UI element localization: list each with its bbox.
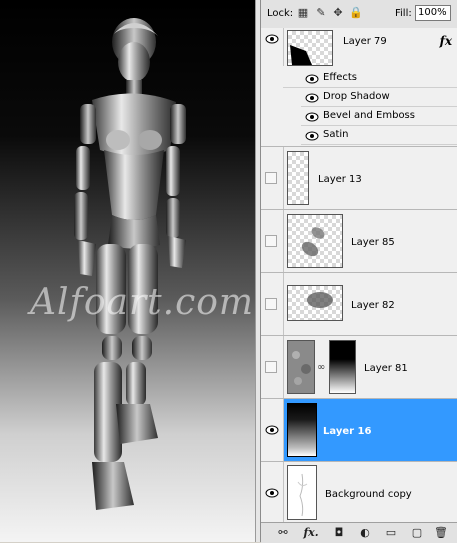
- fill-label: Fill:: [395, 8, 412, 19]
- lock-position-icon[interactable]: ✥: [332, 7, 344, 19]
- layer-name: Layer 79: [343, 36, 387, 47]
- layer-effects-icon[interactable]: fx: [440, 34, 452, 48]
- effect-label: Drop Shadow: [323, 91, 390, 102]
- layer-thumbnail: [287, 403, 317, 457]
- shape-preview-icon: [290, 45, 312, 65]
- eye-icon[interactable]: [305, 112, 319, 122]
- layer-row[interactable]: Layer 13: [261, 147, 457, 210]
- effect-row-bevel-emboss[interactable]: Bevel and Emboss: [301, 107, 457, 126]
- delete-layer-icon[interactable]: 🗑: [433, 526, 449, 540]
- add-mask-icon[interactable]: ◘: [331, 526, 347, 540]
- texture-preview-icon: [288, 341, 314, 393]
- visibility-column: [261, 399, 284, 461]
- lock-all-icon[interactable]: 🔒: [349, 7, 363, 19]
- effects-header-label: Effects: [323, 72, 357, 83]
- adjustment-layer-icon[interactable]: ◐: [357, 526, 373, 540]
- layer-thumbnail: [287, 30, 333, 66]
- layer-row-selected[interactable]: Layer 16: [261, 399, 457, 462]
- layers-options-bar: Lock: ▦ ✎ ✥ 🔒 Fill: 100%: [261, 0, 457, 29]
- visibility-column: [261, 210, 284, 272]
- lock-image-pixels-icon[interactable]: ✎: [315, 7, 327, 19]
- visibility-column: [261, 28, 284, 66]
- visibility-toggle[interactable]: [265, 235, 277, 247]
- sketch-preview-icon: [297, 473, 308, 517]
- blur-preview-icon: [307, 292, 333, 308]
- layer-row[interactable]: Background copy: [261, 462, 457, 522]
- layers-panel: Lock: ▦ ✎ ✥ 🔒 Fill: 100% Layer 79 fx Eff…: [260, 0, 457, 543]
- document-canvas[interactable]: Alfoart.com: [0, 0, 255, 542]
- new-layer-icon[interactable]: ▢: [409, 526, 425, 540]
- visibility-column: [261, 336, 284, 398]
- layer-name: Layer 85: [351, 237, 395, 248]
- layer-thumbnail: [287, 285, 343, 321]
- layer-mask-thumbnail[interactable]: [329, 340, 356, 394]
- eye-icon[interactable]: [265, 425, 279, 435]
- eye-icon[interactable]: [305, 74, 319, 84]
- layer-thumbnail: [287, 214, 343, 268]
- layer-row[interactable]: Layer 82: [261, 273, 457, 336]
- layer-name: Layer 82: [351, 300, 395, 311]
- effects-group-row[interactable]: Effects: [283, 69, 457, 88]
- blur-preview-icon: [301, 227, 325, 257]
- layer-name: Layer 81: [364, 363, 408, 374]
- robot-artwork: [74, 18, 186, 510]
- layer-thumbnail: [287, 151, 309, 205]
- lock-label: Lock:: [267, 8, 294, 19]
- visibility-toggle[interactable]: [265, 172, 277, 184]
- eye-icon[interactable]: [305, 93, 319, 103]
- effect-label: Satin: [323, 129, 349, 140]
- add-layer-style-icon[interactable]: fx.: [301, 526, 321, 540]
- layer-thumbnail: [287, 340, 315, 394]
- effect-row-satin[interactable]: Satin: [301, 126, 457, 145]
- link-layers-icon[interactable]: ⚯: [275, 526, 291, 540]
- visibility-column: [261, 462, 284, 522]
- lock-transparent-pixels-icon[interactable]: ▦: [297, 7, 309, 19]
- layer-name: Layer 16: [323, 426, 372, 437]
- visibility-column: [261, 273, 284, 335]
- layer-name: Background copy: [325, 489, 412, 500]
- visibility-toggle[interactable]: [265, 298, 277, 310]
- layer-row[interactable]: Layer 79 fx: [261, 28, 457, 66]
- layer-thumbnail: [287, 465, 317, 520]
- mask-link-icon[interactable]: ∞: [317, 362, 325, 373]
- visibility-toggle[interactable]: [265, 361, 277, 373]
- layer-row[interactable]: ∞ Layer 81: [261, 336, 457, 399]
- layer-name: Layer 13: [318, 174, 362, 185]
- effect-row-drop-shadow[interactable]: Drop Shadow: [301, 88, 457, 107]
- visibility-column: [261, 147, 284, 209]
- fill-opacity-input[interactable]: 100%: [415, 5, 451, 21]
- eye-icon[interactable]: [265, 488, 279, 498]
- watermark-text: Alfoart.com: [30, 282, 255, 323]
- layers-bottom-toolbar: ⚯ fx. ◘ ◐ ▭ ▢ 🗑: [261, 522, 457, 543]
- layer-row[interactable]: Layer 85: [261, 210, 457, 273]
- new-group-icon[interactable]: ▭: [383, 526, 399, 540]
- eye-icon[interactable]: [305, 131, 319, 141]
- eye-icon[interactable]: [265, 34, 279, 44]
- effect-label: Bevel and Emboss: [323, 110, 415, 121]
